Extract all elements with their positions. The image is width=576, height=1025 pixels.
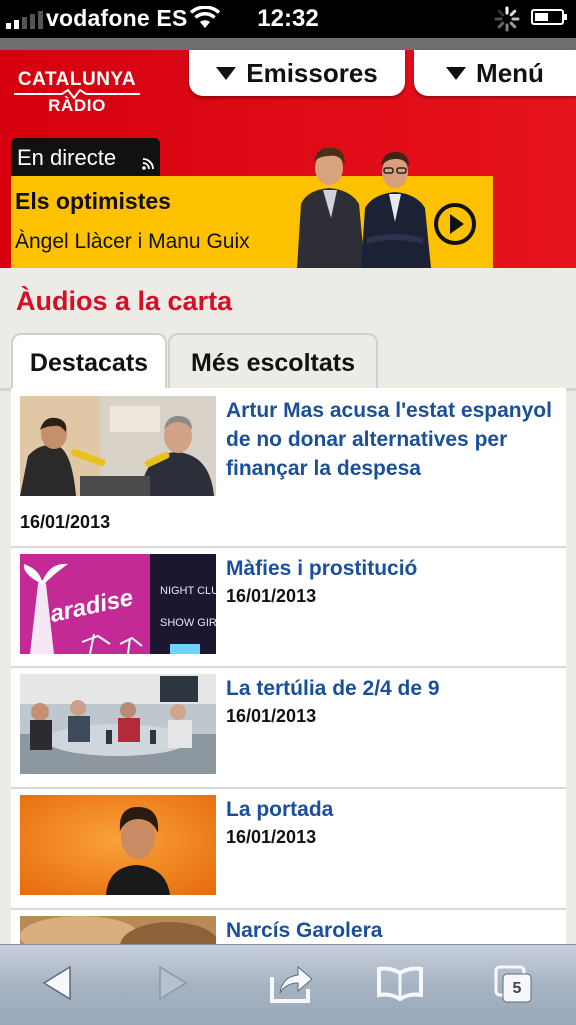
live-tag[interactable]: En directe (11, 138, 160, 176)
item-date: 16/01/2013 (226, 827, 317, 847)
catalunya-radio-logo[interactable]: CATALUNYA RÀDIO (12, 70, 142, 130)
list-item[interactable]: La portada 16/01/2013 (11, 787, 566, 910)
dropdown-arrow-icon (446, 66, 467, 80)
tab-most-listened[interactable]: Més escoltats (168, 333, 378, 388)
browser-toolbar (0, 944, 576, 1025)
header-top-stripe (0, 38, 576, 50)
live-label: En directe (17, 145, 117, 170)
logo-wave-icon (14, 89, 140, 99)
status-bar: vodafone ES 12:32 (0, 0, 576, 38)
logo-text-bottom: RÀDIO (48, 96, 106, 115)
show-hosts: Àngel Llàcer i Manu Guix (15, 230, 250, 253)
item-title[interactable]: La portada (226, 795, 556, 824)
logo-text-top: CATALUNYA (17, 69, 137, 90)
site-header: CATALUNYA RÀDIO Emissores Menú En direct… (0, 38, 576, 268)
share-icon[interactable] (268, 963, 316, 1005)
show-title: Els optimistes (15, 188, 171, 214)
stations-button[interactable]: Emissores (189, 50, 405, 96)
list-item[interactable]: aradise NIGHT CLUB SHOW GIRLS Màfies i p… (11, 546, 566, 668)
now-playing-banner[interactable]: Els optimistes Àngel Llàcer i Manu Guix (11, 147, 493, 268)
back-icon[interactable] (40, 963, 76, 1003)
item-date: 16/01/2013 (20, 512, 111, 532)
open-tabs-count: 5 (512, 980, 522, 997)
tab-bar: Destacats Més escoltats (0, 330, 576, 391)
item-date: 16/01/2013 (226, 706, 317, 726)
item-thumbnail: aradise NIGHT CLUB SHOW GIRLS (20, 554, 216, 654)
tab-featured[interactable]: Destacats (11, 333, 167, 391)
play-icon[interactable] (431, 200, 479, 248)
list-item[interactable]: Artur Mas acusa l'estat espanyol de no d… (11, 388, 566, 548)
battery-icon (531, 9, 567, 25)
item-title[interactable]: Narcís Garolera (226, 916, 556, 945)
list-item[interactable]: Narcís Garolera (11, 908, 566, 948)
dropdown-arrow-icon (216, 66, 237, 80)
item-title[interactable]: Màfies i prostitució (226, 554, 556, 583)
club-sign-1: NIGHT CLUB (160, 585, 216, 597)
rss-icon (142, 158, 154, 170)
clock: 12:32 (257, 5, 319, 32)
hosts-photo (297, 147, 431, 268)
forward-icon[interactable] (154, 963, 190, 1003)
item-thumbnail (20, 795, 216, 895)
club-sign-2: SHOW GIRLS (160, 617, 216, 629)
audio-list: Artur Mas acusa l'estat espanyol de no d… (11, 388, 566, 948)
item-thumbnail (20, 674, 216, 774)
section-title: Àudios a la carta (16, 286, 233, 316)
menu-button[interactable]: Menú (414, 50, 576, 96)
menu-button-label: Menú (476, 57, 544, 88)
item-title[interactable]: La tertúlia de 2/4 de 9 (226, 674, 556, 703)
list-item[interactable]: La tertúlia de 2/4 de 9 16/01/2013 (11, 666, 566, 789)
item-title[interactable]: Artur Mas acusa l'estat espanyol de no d… (226, 396, 556, 483)
item-thumbnail (20, 396, 216, 496)
stations-button-label: Emissores (246, 57, 378, 88)
activity-spinner-icon (494, 6, 520, 32)
item-date: 16/01/2013 (226, 586, 317, 606)
bookmarks-icon[interactable] (376, 963, 424, 1003)
